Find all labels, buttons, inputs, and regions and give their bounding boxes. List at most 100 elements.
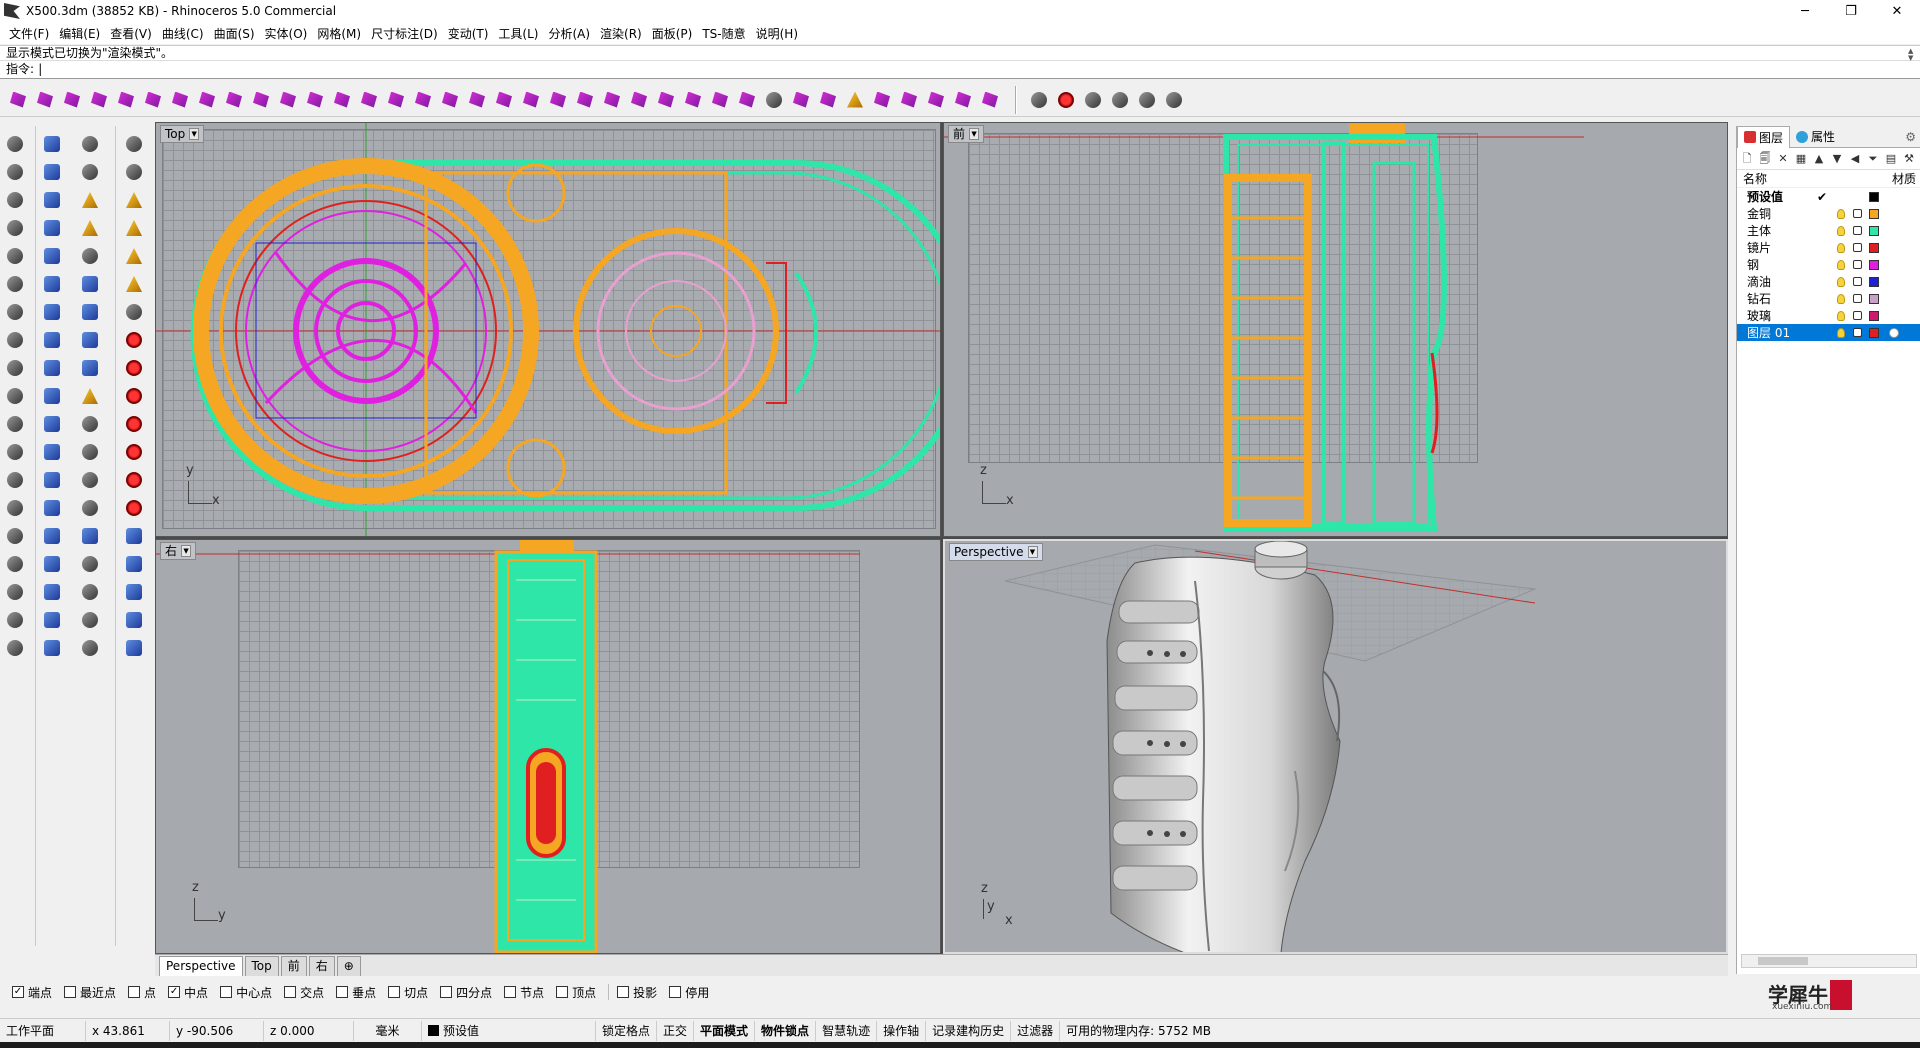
layer-lock-icon[interactable]	[1853, 260, 1862, 269]
polar-array-icon[interactable]	[78, 552, 102, 576]
drum-icon[interactable]	[924, 88, 948, 112]
menu-file[interactable]: 文件(F)	[4, 25, 54, 42]
viewport-front-menu-arrow[interactable]: ▼	[969, 128, 980, 140]
layer-lock-icon[interactable]	[1853, 328, 1862, 337]
select-arrow-icon[interactable]	[3, 132, 27, 156]
rect-array-icon[interactable]	[78, 580, 102, 604]
status-layer[interactable]: 预设值	[422, 1020, 596, 1041]
close-button[interactable]: ✕	[1874, 0, 1920, 22]
camera-icon[interactable]	[1027, 88, 1051, 112]
osnap-checkbox[interactable]: 投影	[617, 984, 657, 1001]
layer-lock-icon[interactable]	[1853, 277, 1862, 286]
menu-transform[interactable]: 变动(T)	[443, 25, 494, 42]
layer-color-swatch[interactable]	[1869, 208, 1879, 219]
osnap-checkbox[interactable]: ✓ 中点	[168, 984, 208, 1001]
boolean-diff-icon[interactable]	[78, 328, 102, 352]
viewport-right-menu-arrow[interactable]: ▼	[181, 545, 192, 557]
viewport-right-title[interactable]: 右 ▼	[160, 542, 197, 560]
material-red-icon[interactable]	[122, 328, 146, 352]
point-icon[interactable]	[3, 160, 27, 184]
surface-network-icon[interactable]	[40, 188, 64, 212]
gumball-icon[interactable]	[168, 88, 192, 112]
bend-icon[interactable]	[330, 88, 354, 112]
sweep-icon[interactable]	[141, 88, 165, 112]
menu-surface[interactable]: 曲面(S)	[209, 25, 260, 42]
render-flash-icon[interactable]	[78, 216, 102, 240]
fillet-curve-icon[interactable]	[3, 496, 27, 520]
fillet-icon[interactable]	[627, 88, 651, 112]
ellipse-icon[interactable]	[3, 328, 27, 352]
add-viewport-tab-button[interactable]: ⊕	[336, 956, 361, 976]
panel-settings-icon[interactable]: ⚙	[1905, 130, 1916, 144]
cage-edit-icon[interactable]	[78, 524, 102, 548]
sphere-icon[interactable]	[40, 216, 64, 240]
viewport-perspective[interactable]: Perspective ▼ z y x	[943, 539, 1728, 954]
step-icon[interactable]	[78, 412, 102, 436]
layer-row[interactable]: 金铜	[1737, 205, 1920, 222]
layer-visibility-bulb-icon[interactable]	[1837, 310, 1845, 321]
extrude-icon[interactable]	[87, 88, 111, 112]
text-icon[interactable]	[3, 608, 27, 632]
new-layer-icon[interactable]: 🗋	[1741, 152, 1753, 165]
plane-surface-icon[interactable]	[40, 384, 64, 408]
layer-lock-icon[interactable]	[1853, 243, 1862, 252]
layer-lock-icon[interactable]	[1853, 311, 1862, 320]
menu-mesh[interactable]: 网格(M)	[312, 25, 366, 42]
cage-icon[interactable]	[384, 88, 408, 112]
layer-row[interactable]: 图层 01	[1737, 324, 1920, 341]
command-prompt[interactable]: 指令: |	[0, 61, 1920, 77]
layer-list-icon[interactable]: ▤	[1885, 152, 1897, 165]
status-cplane[interactable]: 工作平面	[0, 1020, 86, 1041]
layer-visibility-bulb-icon[interactable]	[1837, 293, 1845, 304]
cylinder-icon[interactable]	[33, 88, 57, 112]
car-sport-icon[interactable]	[122, 496, 146, 520]
mesh-icon[interactable]	[40, 496, 64, 520]
drape-icon[interactable]	[40, 524, 64, 548]
free-curve-icon[interactable]	[3, 412, 27, 436]
blend-icon[interactable]	[600, 88, 624, 112]
checkbox-empty-icon[interactable]	[388, 986, 401, 998]
boolean-union-icon[interactable]	[78, 300, 102, 324]
boolean-icon[interactable]	[78, 244, 102, 268]
circle-icon[interactable]	[3, 272, 27, 296]
target-icon[interactable]	[870, 88, 894, 112]
shell-icon[interactable]	[762, 88, 786, 112]
move-down-icon[interactable]: ▼	[1831, 152, 1843, 165]
sweep-rail-icon[interactable]	[40, 328, 64, 352]
viewport-front-title[interactable]: 前 ▼	[948, 125, 985, 143]
splitter-icon[interactable]	[411, 88, 435, 112]
menu-ts[interactable]: TS-随意	[697, 25, 750, 42]
patch-icon[interactable]	[573, 88, 597, 112]
viewport-perspective-menu-arrow[interactable]: ▼	[1027, 546, 1038, 558]
offset-surface-icon[interactable]	[40, 580, 64, 604]
mirror-icon[interactable]	[78, 468, 102, 492]
snapshot-icon[interactable]	[1081, 88, 1105, 112]
layer-color-swatch[interactable]	[1869, 276, 1879, 287]
array-icon[interactable]	[195, 88, 219, 112]
menu-analyze[interactable]: 分析(A)	[543, 25, 595, 42]
move-up-icon[interactable]: ▲	[1813, 152, 1825, 165]
arc-icon[interactable]	[3, 300, 27, 324]
delete-layer-icon[interactable]: ✕	[1777, 152, 1789, 165]
light-bulb-icon[interactable]	[122, 216, 146, 240]
named-view-icon[interactable]	[1108, 88, 1132, 112]
plane-icon[interactable]	[654, 88, 678, 112]
layer-color-swatch[interactable]	[1869, 191, 1879, 202]
box-icon[interactable]	[6, 88, 30, 112]
maximize-button[interactable]: ❐	[1828, 0, 1874, 22]
corner-icon[interactable]	[1162, 88, 1186, 112]
status-osnap[interactable]: 物件锁点	[755, 1020, 817, 1041]
layer-visibility-bulb-icon[interactable]	[1837, 208, 1845, 219]
layer-tools-icon[interactable]: ⚒	[1903, 152, 1915, 165]
project-icon[interactable]	[78, 440, 102, 464]
layer-color-swatch[interactable]	[1869, 310, 1879, 321]
multiple-lights-icon[interactable]	[122, 272, 146, 296]
untrim-icon[interactable]	[40, 608, 64, 632]
unroll-icon[interactable]	[40, 552, 64, 576]
menu-dimension[interactable]: 尺寸标注(D)	[366, 25, 443, 42]
tab-right[interactable]: 右	[308, 956, 335, 976]
grid-array-icon[interactable]	[78, 636, 102, 660]
comb-icon[interactable]	[681, 88, 705, 112]
layer-material-icon[interactable]	[1889, 327, 1899, 338]
blend-surface-icon[interactable]	[40, 440, 64, 464]
